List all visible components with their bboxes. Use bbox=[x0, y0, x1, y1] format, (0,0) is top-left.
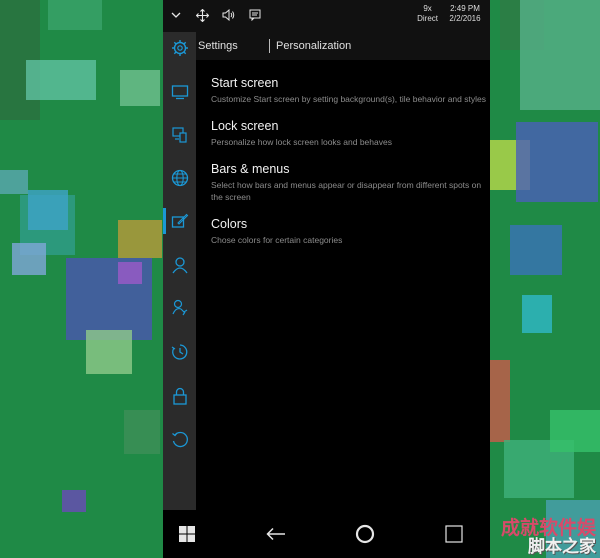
wallpaper-tile bbox=[62, 490, 86, 512]
breadcrumb-settings[interactable]: Settings bbox=[198, 32, 238, 60]
date-label: 2/2/2016 bbox=[449, 14, 481, 23]
rail-item-update[interactable] bbox=[168, 428, 192, 452]
signal-text: 9x bbox=[423, 4, 432, 13]
item-title: Start screen bbox=[211, 76, 279, 90]
page-title: Personalization bbox=[276, 40, 352, 52]
item-description: Personalize how lock screen looks and be… bbox=[211, 137, 392, 147]
item-title: Colors bbox=[211, 217, 248, 231]
list-item-start-screen[interactable]: Start screen Customize Start screen by s… bbox=[211, 76, 486, 105]
item-description: Select how bars and menus appear or disa… bbox=[211, 180, 482, 202]
system-icon bbox=[171, 85, 189, 100]
settings-list: Start screen Customize Start screen by s… bbox=[211, 76, 486, 260]
wallpaper-tile bbox=[26, 60, 96, 100]
clock: 2:49 PM 2/2/2016 bbox=[445, 4, 485, 24]
list-item-colors[interactable]: Colors Chose colors for certain categori… bbox=[211, 217, 486, 246]
wallpaper-tile bbox=[520, 0, 600, 110]
message-icon[interactable] bbox=[246, 6, 264, 24]
rail-item-time-language[interactable] bbox=[168, 340, 192, 364]
wallpaper-tile bbox=[120, 70, 160, 106]
watermark-line-1: 成就软件娱 bbox=[500, 517, 596, 539]
personalization-icon bbox=[171, 213, 189, 228]
time-language-icon bbox=[171, 344, 188, 360]
chevron-down-icon[interactable] bbox=[167, 6, 185, 24]
windows-icon bbox=[179, 526, 195, 542]
wallpaper-tile bbox=[510, 225, 562, 275]
wallpaper-tile bbox=[0, 170, 28, 194]
windows-button[interactable] bbox=[173, 520, 201, 548]
rail-item-lock[interactable] bbox=[168, 384, 192, 408]
phone-screen: 9x Direct 2:49 PM 2/2/2016 Settings Pers… bbox=[163, 0, 490, 558]
rail-item-devices[interactable] bbox=[168, 123, 192, 147]
devices-icon bbox=[172, 127, 187, 143]
site-watermark: 成就软件娱 脚本之家 bbox=[501, 518, 596, 556]
accessibility-icon bbox=[172, 299, 188, 316]
item-description: Chose colors for certain categories bbox=[211, 235, 343, 245]
update-icon bbox=[172, 431, 188, 448]
back-button[interactable] bbox=[262, 520, 290, 548]
wallpaper-tile bbox=[48, 0, 102, 30]
wallpaper-tile bbox=[124, 410, 160, 454]
gear-icon bbox=[172, 40, 188, 56]
move-icon[interactable] bbox=[193, 6, 211, 24]
navigation-bar bbox=[163, 510, 490, 558]
home-button[interactable] bbox=[351, 520, 379, 548]
wallpaper-tile bbox=[490, 360, 510, 442]
rail-item-settings[interactable] bbox=[168, 36, 192, 60]
item-title: Bars & menus bbox=[211, 162, 290, 176]
back-icon bbox=[266, 527, 285, 541]
wallpaper-tile bbox=[86, 330, 132, 374]
item-description: Customize Start screen by setting backgr… bbox=[211, 94, 486, 104]
rail-item-accessibility[interactable] bbox=[168, 296, 192, 320]
wallpaper-tile bbox=[550, 410, 600, 452]
search-icon bbox=[445, 525, 463, 543]
globe-icon bbox=[171, 169, 189, 187]
status-bar: 9x Direct 2:49 PM 2/2/2016 bbox=[163, 0, 490, 32]
watermark-line-2: 脚本之家 bbox=[528, 537, 596, 557]
item-title: Lock screen bbox=[211, 119, 279, 133]
breadcrumb-divider bbox=[269, 39, 270, 53]
network-label: Direct bbox=[417, 14, 438, 23]
rail-item-system[interactable] bbox=[168, 80, 192, 104]
wallpaper-tile bbox=[12, 243, 46, 275]
list-item-bars-menus[interactable]: Bars & menus Select how bars and menus a… bbox=[211, 162, 486, 203]
rail-item-personalization[interactable] bbox=[168, 209, 192, 233]
wallpaper-tile bbox=[118, 220, 162, 258]
settings-rail bbox=[163, 32, 196, 510]
person-icon bbox=[172, 257, 188, 274]
wallpaper-tile bbox=[522, 295, 552, 333]
lock-icon bbox=[173, 387, 187, 405]
volume-icon[interactable] bbox=[219, 6, 237, 24]
list-item-lock-screen[interactable]: Lock screen Personalize how lock screen … bbox=[211, 119, 486, 148]
rail-item-network[interactable] bbox=[168, 166, 192, 190]
search-button[interactable] bbox=[440, 520, 468, 548]
rail-item-accounts[interactable] bbox=[168, 253, 192, 277]
signal-indicator: 9x Direct bbox=[417, 4, 438, 24]
breadcrumb: Settings Personalization bbox=[196, 32, 490, 60]
time-label: 2:49 PM bbox=[450, 4, 480, 13]
wallpaper-tile bbox=[28, 190, 68, 230]
active-indicator bbox=[163, 208, 166, 234]
wallpaper-tile bbox=[516, 122, 598, 202]
home-circle-icon bbox=[355, 524, 375, 544]
wallpaper-tile bbox=[118, 262, 142, 284]
